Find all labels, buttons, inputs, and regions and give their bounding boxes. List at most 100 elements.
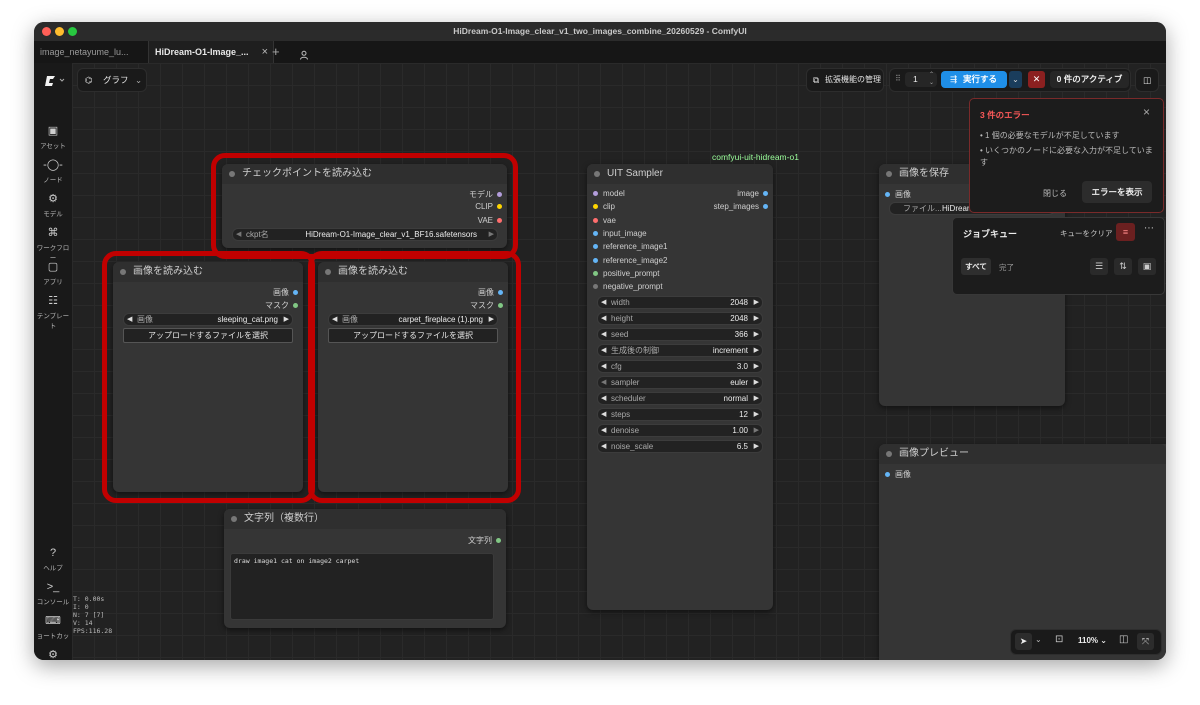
sidebar-item-settings[interactable]: ⚙設定: [34, 649, 72, 660]
port-dot: [593, 244, 598, 250]
run-button[interactable]: ⇶ 実行する: [941, 71, 1007, 88]
sidebar-item-nodes[interactable]: -◯- ノード: [34, 159, 72, 184]
show-errors-button[interactable]: エラーを表示: [1082, 181, 1152, 203]
fit-view-icon[interactable]: ⊡: [1055, 634, 1063, 645]
uit-sampler-node[interactable]: UIT Sampler model clip vae input_image r…: [587, 164, 773, 610]
control-after-generate-widget[interactable]: ◀ 生成後の制御 increment ▶: [597, 344, 763, 357]
sort-icon[interactable]: ⇅: [1114, 258, 1132, 275]
graph-canvas[interactable]: ⌬ グラフ ⌄ ⧉ 拡張機能の管理 ⠿ 1 ⌃ ⌄ ⇶ 実行する ⌄ ✕ 0 件の…: [72, 63, 1166, 660]
sidebar-item-console[interactable]: >_ コンソール: [34, 581, 72, 606]
queue-count-value: 1: [913, 74, 918, 84]
input-image[interactable]: 画像: [885, 189, 911, 200]
tab-workflow-1[interactable]: image_netayume_lu...: [34, 41, 148, 63]
widget-value: euler: [730, 378, 748, 387]
arrow-right-icon[interactable]: ▶: [754, 425, 759, 436]
minimap-icon[interactable]: ◫: [1119, 634, 1128, 645]
prompt-textarea[interactable]: draw image1 cat on image2 carpet: [230, 553, 494, 620]
arrow-left-icon[interactable]: ◀: [601, 313, 606, 324]
input-reference-image2[interactable]: reference_image2: [593, 256, 667, 265]
toggle-panel-button[interactable]: ◫: [1135, 68, 1159, 92]
port-dot: [885, 192, 890, 198]
clear-queue-button[interactable]: キューをクリア: [1060, 228, 1113, 239]
arrow-left-icon[interactable]: ◀: [601, 409, 606, 420]
arrow-right-icon[interactable]: ▶: [754, 345, 759, 356]
chevron-down-icon[interactable]: ⌄: [1035, 635, 1042, 644]
arrow-left-icon[interactable]: ◀: [601, 329, 606, 340]
arrow-right-icon[interactable]: ▶: [754, 361, 759, 372]
input-reference-image1[interactable]: reference_image1: [593, 242, 667, 251]
more-icon[interactable]: ⋯: [1144, 223, 1154, 234]
sidebar-item-templates[interactable]: ☷ テンプレート: [34, 295, 72, 330]
height-widget[interactable]: ◀ height 2048 ▶: [597, 312, 763, 325]
output-step-images[interactable]: step_images: [714, 202, 768, 211]
manage-extensions-button[interactable]: ⧉ 拡張機能の管理: [806, 68, 884, 92]
link-visibility-icon[interactable]: ⤧: [1137, 633, 1154, 650]
node-title-text: 画像を保存: [899, 168, 949, 179]
arrow-left-icon[interactable]: ◀: [601, 345, 606, 356]
arrow-left-icon[interactable]: ◀: [601, 425, 606, 436]
tab-all[interactable]: すべて: [961, 258, 991, 275]
close-icon[interactable]: ×: [1143, 105, 1150, 119]
sidebar-item-apps[interactable]: ▢ アプリ: [34, 261, 72, 286]
noise-scale-widget[interactable]: ◀ noise_scale 6.5 ▶: [597, 440, 763, 453]
input-model[interactable]: model: [593, 189, 625, 198]
width-widget[interactable]: ◀ width 2048 ▶: [597, 296, 763, 309]
new-tab-button[interactable]: +: [272, 41, 280, 63]
sidebar-item-models[interactable]: ⚙ モデル: [34, 193, 72, 218]
comfy-logo-icon[interactable]: [44, 74, 66, 88]
input-clip[interactable]: clip: [593, 202, 615, 211]
filter-icon[interactable]: ☰: [1090, 258, 1108, 275]
arrow-right-icon[interactable]: ▶: [754, 329, 759, 340]
arrow-right-icon[interactable]: ▶: [754, 393, 759, 404]
widget-value: increment: [712, 346, 748, 355]
input-negative-prompt[interactable]: negative_prompt: [593, 282, 663, 291]
queue-count-stepper[interactable]: 1 ⌃ ⌄: [905, 72, 937, 87]
tab-workflow-2[interactable]: HiDream-O1-Image_... ×: [148, 41, 274, 63]
close-icon[interactable]: ×: [262, 41, 268, 63]
cfg-widget[interactable]: ◀ cfg 3.0 ▶: [597, 360, 763, 373]
maximize-window-button[interactable]: [68, 27, 77, 36]
text-multiline-node[interactable]: 文字列（複数行） 文字列 draw image1 cat on image2 c…: [224, 509, 506, 628]
denoise-widget[interactable]: ◀ denoise 1.00 ▶: [597, 424, 763, 437]
gallery-icon[interactable]: ▣: [1138, 258, 1156, 275]
sidebar-item-assets[interactable]: ▣ アセット: [34, 125, 72, 150]
scheduler-widget[interactable]: ◀ scheduler normal ▶: [597, 392, 763, 405]
arrow-right-icon[interactable]: ▶: [754, 377, 759, 388]
tab-done[interactable]: 完了: [999, 262, 1014, 273]
arrow-left-icon[interactable]: ◀: [601, 393, 606, 404]
close-errors-button[interactable]: 閉じる: [1043, 188, 1067, 199]
arrow-right-icon[interactable]: ▶: [754, 297, 759, 308]
arrow-left-icon[interactable]: ◀: [601, 361, 606, 372]
arrow-left-icon[interactable]: ◀: [601, 377, 606, 388]
arrow-right-icon[interactable]: ▶: [754, 409, 759, 420]
zoom-level[interactable]: 110% ⌄: [1078, 636, 1107, 645]
clear-queue-icon[interactable]: ≡: [1116, 223, 1135, 241]
cancel-run-button[interactable]: ✕: [1028, 71, 1045, 88]
arrow-right-icon[interactable]: ▶: [754, 441, 759, 452]
input-image[interactable]: 画像: [885, 469, 911, 480]
run-toolbar: ⠿ 1 ⌃ ⌄ ⇶ 実行する ⌄ ✕ 0 件のアクティブ: [889, 68, 1131, 92]
select-tool-icon[interactable]: ➤: [1015, 633, 1032, 650]
seed-widget[interactable]: ◀ seed 366 ▶: [597, 328, 763, 341]
sampler-widget[interactable]: ◀ sampler euler ▶: [597, 376, 763, 389]
input-positive-prompt[interactable]: positive_prompt: [593, 269, 659, 278]
arrow-left-icon[interactable]: ◀: [601, 297, 606, 308]
preview-image-node[interactable]: 画像プレビュー 画像: [879, 444, 1166, 660]
arrow-left-icon[interactable]: ◀: [601, 441, 606, 452]
output-image[interactable]: image: [737, 189, 768, 198]
stepper-arrows-icon[interactable]: ⌃ ⌄: [929, 71, 934, 87]
input-vae[interactable]: vae: [593, 216, 616, 225]
active-jobs-button[interactable]: 0 件のアクティブ: [1050, 71, 1129, 88]
sidebar-item-shortcuts[interactable]: ⌨ ョートカッ: [34, 615, 72, 640]
input-image[interactable]: input_image: [593, 229, 647, 238]
close-window-button[interactable]: [42, 27, 51, 36]
graph-menu-button[interactable]: ⌬ グラフ ⌄: [77, 68, 147, 92]
steps-widget[interactable]: ◀ steps 12 ▶: [597, 408, 763, 421]
run-options-button[interactable]: ⌄: [1009, 71, 1022, 88]
arrow-right-icon[interactable]: ▶: [754, 313, 759, 324]
output-string[interactable]: 文字列: [468, 535, 501, 546]
minimize-window-button[interactable]: [55, 27, 64, 36]
sidebar-item-workflows[interactable]: ⌘ ワークフロー: [34, 227, 72, 262]
sidebar-item-help[interactable]: ? ヘルプ: [34, 547, 72, 572]
drag-handle-icon[interactable]: ⠿: [895, 74, 901, 83]
